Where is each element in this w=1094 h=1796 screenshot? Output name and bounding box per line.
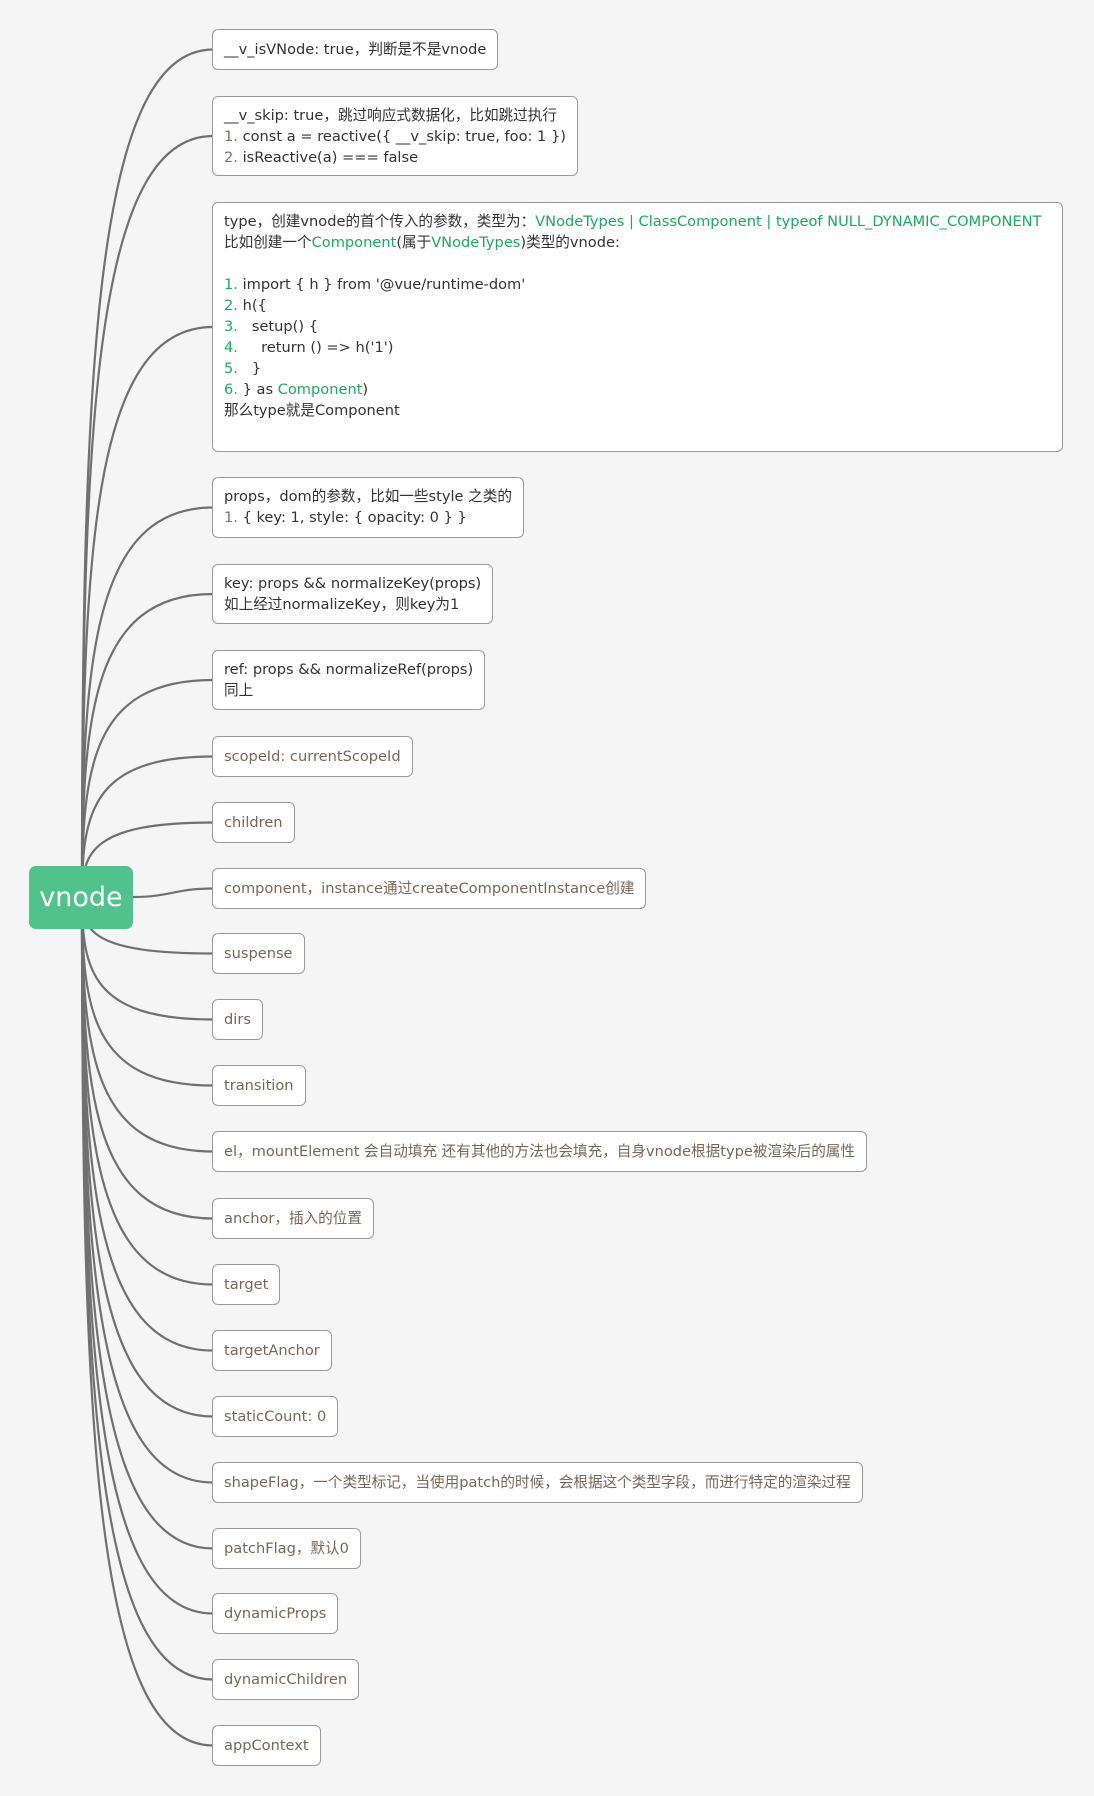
- node-type-code-2: 2. h({: [224, 297, 267, 314]
- node-targetanchor-text: targetAnchor: [224, 1342, 320, 1359]
- node-ref-line-1: ref: props && normalizeRef(props): [224, 661, 474, 678]
- root-label: vnode: [39, 882, 123, 913]
- node-scopeid[interactable]: scopeId: currentScopeId: [212, 736, 413, 777]
- connector-line: [80, 592, 214, 898]
- node-type-line-2: 比如创建一个Component(属于VNodeTypes)类型的vnode:: [224, 234, 620, 251]
- node-children-text: children: [224, 814, 283, 831]
- node-suspense[interactable]: suspense: [212, 933, 305, 974]
- node-patchflag-text: patchFlag，默认0: [224, 1540, 349, 1557]
- node-appcontext-text: appContext: [224, 1737, 309, 1754]
- node-v-skip[interactable]: __v_skip: true，跳过响应式数据化，比如跳过执行 1. const …: [212, 96, 578, 176]
- node-el-text: el，mountElement 会自动填充 还有其他的方法也会填充，自身vnod…: [224, 1143, 855, 1160]
- node-dynamicprops[interactable]: dynamicProps: [212, 1593, 339, 1634]
- node-appcontext[interactable]: appContext: [212, 1725, 321, 1766]
- node-isvnode[interactable]: __v_isVNode: true，判断是不是vnode: [212, 29, 499, 70]
- node-key-line-2: 如上经过normalizeKey，则key为1: [224, 596, 460, 613]
- node-props-item-1: 1. { key: 1, style: { opacity: 0 } }: [224, 509, 467, 526]
- node-v-skip-title: __v_skip: true，跳过响应式数据化，比如跳过执行: [224, 107, 557, 124]
- connector-line: [80, 896, 214, 1153]
- node-children[interactable]: children: [212, 802, 295, 843]
- connector-line: [80, 896, 214, 1220]
- connector-line: [132, 887, 214, 899]
- node-shapeflag-text: shapeFlag，一个类型标记，当使用patch的时候，会根据这个类型字段，而…: [224, 1474, 851, 1491]
- node-type-code-5: 5. }: [224, 360, 262, 377]
- node-type-conclusion: 那么type就是Component: [224, 402, 400, 419]
- node-anchor[interactable]: anchor，插入的位置: [212, 1198, 374, 1239]
- node-transition[interactable]: transition: [212, 1065, 306, 1106]
- connector-line: [80, 896, 214, 1418]
- node-patchflag[interactable]: patchFlag，默认0: [212, 1528, 361, 1569]
- node-suspense-text: suspense: [224, 945, 293, 962]
- type-union-highlight: VNodeTypes | ClassComponent | typeof NUL…: [535, 213, 1042, 230]
- node-target-text: target: [224, 1276, 269, 1293]
- node-dynamicprops-text: dynamicProps: [224, 1605, 327, 1622]
- node-props-title: props，dom的参数，比如一些style 之类的: [224, 488, 512, 505]
- node-el[interactable]: el，mountElement 会自动填充 还有其他的方法也会填充，自身vnod…: [212, 1131, 867, 1172]
- connector-line: [80, 678, 214, 898]
- node-dynamicchildren-text: dynamicChildren: [224, 1671, 348, 1688]
- node-transition-text: transition: [224, 1077, 294, 1094]
- node-type-code-6: 6. } as Component): [224, 381, 369, 398]
- node-anchor-text: anchor，插入的位置: [224, 1210, 362, 1227]
- node-type-line-1: type，创建vnode的首个传入的参数，类型为：VNodeTypes | Cl…: [224, 213, 1042, 230]
- node-dynamicchildren[interactable]: dynamicChildren: [212, 1659, 360, 1700]
- node-type-code-4: 4. return () => h('1'): [224, 339, 394, 356]
- node-shapeflag[interactable]: shapeFlag，一个类型标记，当使用patch的时候，会根据这个类型字段，而…: [212, 1462, 863, 1503]
- connector-line: [80, 134, 214, 898]
- node-component-text: component，instance通过createComponentInsta…: [224, 880, 635, 897]
- root-node-vnode[interactable]: vnode: [29, 866, 133, 929]
- connector-line: [80, 48, 214, 898]
- node-v-skip-item-1: 1. const a = reactive({ __v_skip: true, …: [224, 128, 566, 145]
- node-dirs[interactable]: dirs: [212, 999, 263, 1040]
- node-type-code-3: 3. setup() {: [224, 318, 318, 335]
- node-key-line-1: key: props && normalizeKey(props): [224, 575, 482, 592]
- node-isvnode-text: __v_isVNode: true，判断是不是vnode: [224, 41, 487, 58]
- node-component[interactable]: component，instance通过createComponentInsta…: [212, 868, 647, 909]
- node-type[interactable]: type，创建vnode的首个传入的参数，类型为：VNodeTypes | Cl…: [212, 202, 1063, 452]
- node-type-code-1: 1. import { h } from '@vue/runtime-dom': [224, 276, 526, 293]
- node-ref-line-2: 同上: [224, 682, 254, 699]
- node-scopeid-text: scopeId: currentScopeId: [224, 748, 401, 765]
- node-target[interactable]: target: [212, 1264, 281, 1305]
- node-staticcount-text: staticCount: 0: [224, 1408, 327, 1425]
- node-ref[interactable]: ref: props && normalizeRef(props) 同上: [212, 650, 486, 710]
- node-key[interactable]: key: props && normalizeKey(props) 如上经过no…: [212, 564, 494, 624]
- node-dirs-text: dirs: [224, 1011, 251, 1028]
- node-props[interactable]: props，dom的参数，比如一些style 之类的 1. { key: 1, …: [212, 477, 524, 538]
- connector-line: [80, 506, 214, 898]
- node-targetanchor[interactable]: targetAnchor: [212, 1330, 332, 1371]
- connector-line: [80, 896, 214, 1681]
- node-v-skip-item-2: 2. isReactive(a) === false: [224, 149, 419, 166]
- node-staticcount[interactable]: staticCount: 0: [212, 1396, 339, 1437]
